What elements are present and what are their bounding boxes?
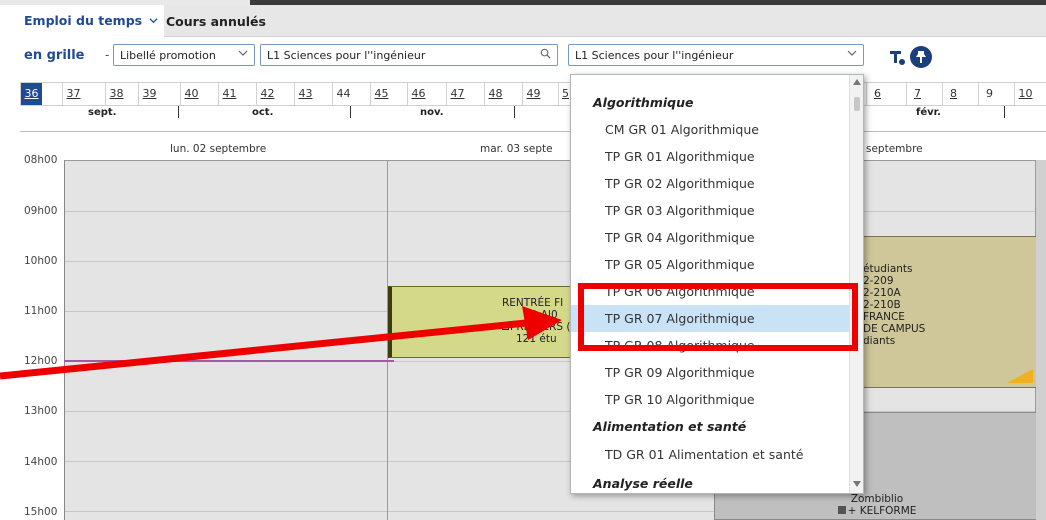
week-selector: 36 37 38 39 40 41 42 43 44 45 46 47 48 4… bbox=[20, 82, 1046, 106]
week-47[interactable]: 47 bbox=[446, 83, 468, 105]
dropdown-item[interactable]: TP GR 10 Algorithmique bbox=[571, 386, 851, 413]
hour-label: 15h00 bbox=[24, 506, 58, 518]
hour-label: 14h00 bbox=[24, 456, 58, 468]
hour-label: 10h00 bbox=[24, 255, 58, 267]
month-fevr: févr. bbox=[916, 107, 941, 118]
week-45[interactable]: 45 bbox=[370, 83, 392, 105]
event-line: 121 étu bbox=[516, 333, 557, 345]
event-line: étudiants bbox=[863, 263, 913, 275]
edit-icon bbox=[837, 506, 846, 514]
dropdown-item[interactable]: TP GR 01 Algorithmique bbox=[571, 143, 851, 170]
week-8[interactable]: 8 bbox=[942, 83, 964, 105]
dropdown-item[interactable]: TP GR 03 Algorithmique bbox=[571, 197, 851, 224]
week-9: 9 bbox=[978, 83, 1000, 105]
hour-label: 09h00 bbox=[24, 205, 58, 217]
tab-label: Emploi du temps bbox=[24, 13, 143, 28]
dropdown-item[interactable]: TP GR 05 Algorithmique bbox=[571, 251, 851, 278]
hour-label: 08h00 bbox=[24, 154, 58, 166]
search-input-value: L1 Sciences pour l''ingénieur bbox=[267, 49, 426, 62]
event-line-text: + KELFORME bbox=[847, 505, 917, 517]
event-line: 2-210A bbox=[863, 287, 901, 299]
week-46[interactable]: 46 bbox=[407, 83, 429, 105]
event-line: DE CAMPUS bbox=[863, 323, 926, 335]
dropdown-item[interactable]: TD GR 01 Alimentation et santé bbox=[571, 441, 851, 468]
event-line: + KELFORME bbox=[715, 505, 1039, 517]
event-line: PREMIERS ( bbox=[502, 321, 577, 333]
event-line: FRANCE bbox=[863, 311, 905, 323]
month-divider bbox=[178, 106, 179, 118]
chevron-down-icon bbox=[149, 18, 158, 24]
week-43[interactable]: 43 bbox=[294, 83, 316, 105]
week-41[interactable]: 41 bbox=[218, 83, 240, 105]
corner-flag-icon bbox=[1007, 369, 1033, 383]
week-38[interactable]: 38 bbox=[105, 83, 127, 105]
toolbar: en grille - Libellé promotion L1 Science… bbox=[0, 38, 1046, 74]
event-line: Zombiblio bbox=[850, 493, 904, 505]
pin-tool-icon[interactable] bbox=[910, 46, 932, 68]
scroll-down-icon[interactable] bbox=[853, 481, 861, 487]
event-line: 10 AI0 bbox=[524, 309, 558, 321]
type-select[interactable]: Libellé promotion bbox=[113, 44, 255, 66]
search-icon bbox=[540, 48, 551, 59]
week-39[interactable]: 39 bbox=[138, 83, 160, 105]
chevron-down-icon bbox=[847, 50, 857, 56]
checkbox-icon bbox=[502, 323, 509, 330]
week-10[interactable]: 10 bbox=[1014, 83, 1036, 105]
tab-emploi-du-temps[interactable]: Emploi du temps bbox=[0, 5, 165, 37]
event-etudiants[interactable]: étudiants 2-209 2-210A 2-210B FRANCE DE … bbox=[850, 236, 1038, 388]
hour-gridline bbox=[65, 211, 1046, 212]
dropdown-item[interactable]: TP GR 09 Algorithmique bbox=[571, 359, 851, 386]
dropdown-item[interactable]: TP GR 04 Algorithmique bbox=[571, 224, 851, 251]
hour-label: 11h00 bbox=[24, 305, 58, 317]
event-line: diants bbox=[863, 335, 896, 347]
month-nov: nov. bbox=[420, 107, 444, 118]
event-rentree[interactable]: RENTRÉE FI 10 AI0 PREMIERS ( 121 étu bbox=[388, 286, 578, 358]
tab-bar: Emploi du temps Cours annulés bbox=[0, 5, 1046, 37]
chevron-down-icon bbox=[238, 50, 248, 56]
promo-select-value: L1 Sciences pour l''ingénieur bbox=[575, 49, 734, 62]
grid-view-link[interactable]: en grille bbox=[24, 48, 85, 63]
event-line-text: PREMIERS ( bbox=[510, 321, 571, 333]
month-divider bbox=[1004, 106, 1005, 118]
event-line: 2-210B bbox=[863, 299, 901, 311]
dropdown-group-algorithmique: Algorithmique bbox=[593, 95, 694, 110]
dropdown-item[interactable]: CM GR 01 Algorithmique bbox=[571, 116, 851, 143]
dropdown-group-alimentation: Alimentation et santé bbox=[593, 419, 747, 434]
dropdown-item[interactable]: TP GR 02 Algorithmique bbox=[571, 170, 851, 197]
week-42[interactable]: 42 bbox=[256, 83, 278, 105]
search-input[interactable]: L1 Sciences pour l''ingénieur bbox=[260, 44, 558, 66]
day-header-mon: lun. 02 septembre bbox=[170, 143, 267, 155]
annotation-highlight-box bbox=[578, 283, 858, 351]
week-40[interactable]: 40 bbox=[180, 83, 202, 105]
scroll-up-icon[interactable] bbox=[853, 79, 861, 85]
month-bar: sept. oct. nov. févr. bbox=[20, 106, 1046, 132]
current-time-line bbox=[64, 360, 394, 362]
week-37[interactable]: 37 bbox=[62, 83, 84, 105]
week-49[interactable]: 49 bbox=[522, 83, 544, 105]
event-line: 2-209 bbox=[863, 275, 894, 287]
event-line: RENTRÉE FI bbox=[502, 297, 564, 309]
month-oct: oct. bbox=[252, 107, 274, 118]
dropdown-scroll-thumb[interactable] bbox=[854, 97, 860, 111]
month-divider bbox=[350, 106, 351, 118]
week-44: 44 bbox=[332, 83, 354, 105]
filter-tool-icon[interactable] bbox=[886, 46, 908, 68]
hour-label: 12h00 bbox=[24, 355, 58, 367]
grid-right-edge bbox=[1036, 160, 1046, 520]
week-6[interactable]: 6 bbox=[866, 83, 888, 105]
month-divider bbox=[514, 106, 515, 118]
day-header-wed: septembre bbox=[866, 143, 923, 155]
type-select-value: Libellé promotion bbox=[120, 49, 216, 62]
week-48[interactable]: 48 bbox=[484, 83, 506, 105]
promo-select[interactable]: L1 Sciences pour l''ingénieur bbox=[568, 44, 864, 66]
tab-cours-annules[interactable]: Cours annulés bbox=[166, 14, 266, 29]
dropdown-group-analyse: Analyse réelle bbox=[593, 476, 693, 491]
month-sept: sept. bbox=[88, 107, 117, 118]
hour-label: 13h00 bbox=[24, 405, 58, 417]
week-7[interactable]: 7 bbox=[906, 83, 928, 105]
day-header-tue: mar. 03 septe bbox=[480, 143, 553, 155]
week-36[interactable]: 36 bbox=[20, 83, 42, 105]
separator-dash: - bbox=[105, 48, 110, 62]
